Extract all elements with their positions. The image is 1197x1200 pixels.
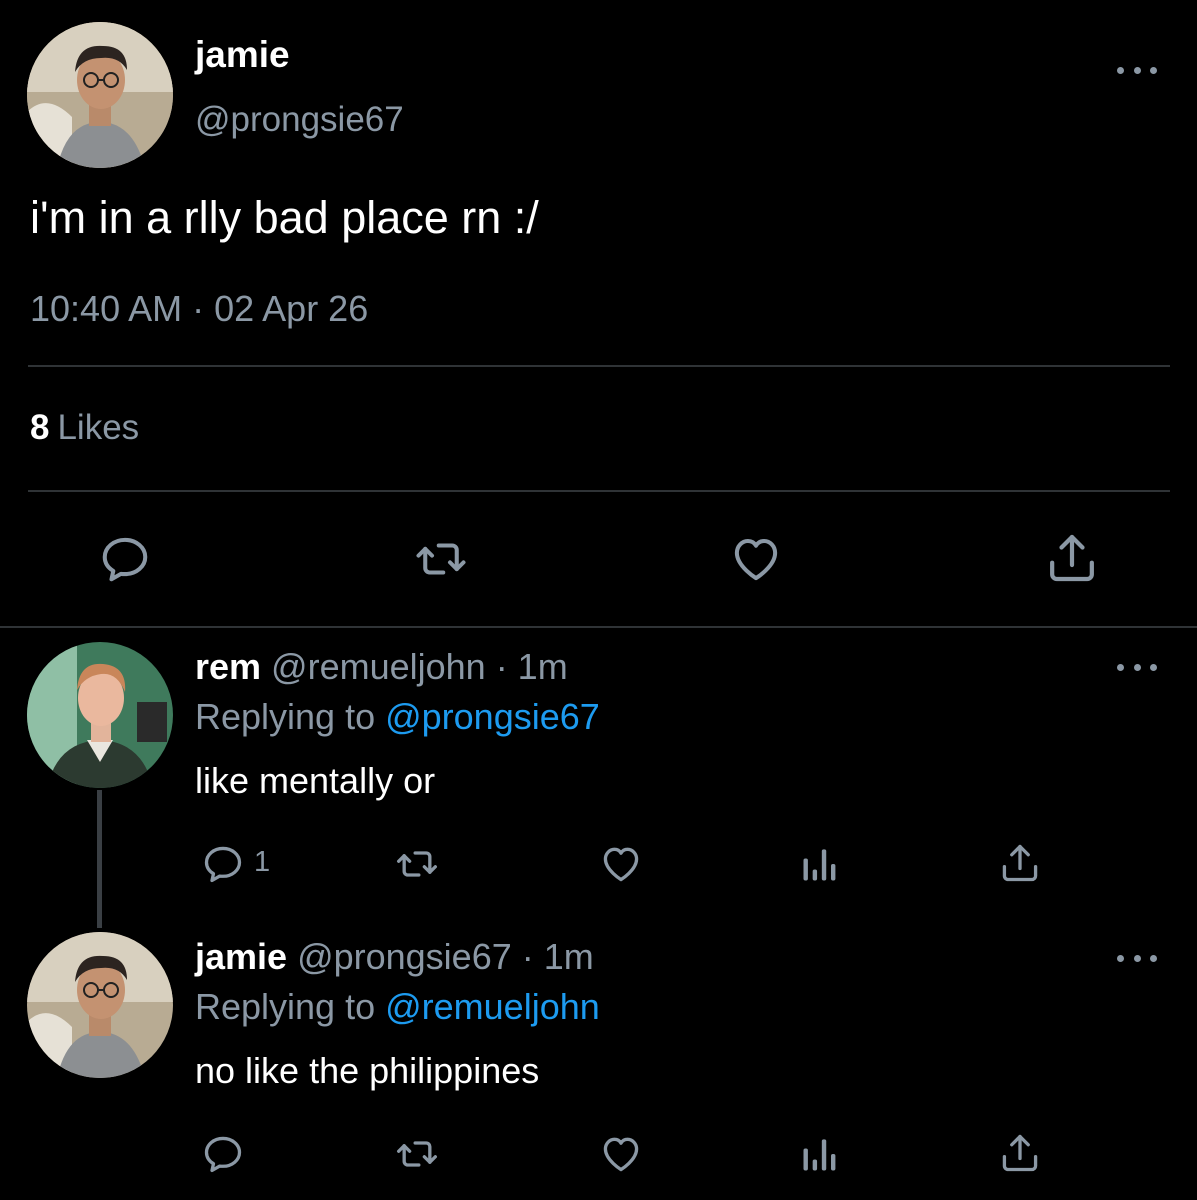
reply-icon[interactable] (96, 532, 154, 586)
retweet-icon[interactable] (410, 532, 472, 586)
tweet-text: i'm in a rlly bad place rn :/ (30, 192, 539, 243)
like-icon[interactable] (598, 842, 644, 886)
replying-to-label: Replying to (195, 986, 376, 1027)
retweet-icon[interactable] (392, 842, 442, 886)
reply-author-name[interactable]: rem (195, 646, 261, 687)
more-options-icon[interactable] (1117, 951, 1157, 965)
reply-author-name[interactable]: jamie (195, 936, 287, 977)
reply-icon[interactable] (200, 1132, 246, 1176)
divider (0, 626, 1197, 628)
avatar-rem[interactable] (27, 642, 173, 788)
author-handle[interactable]: @prongsie67 (195, 100, 404, 140)
thread-line (97, 790, 102, 928)
reply-text: like mentally or (195, 760, 436, 801)
tweet-timestamp: 10:40 AM · 02 Apr 26 (30, 288, 369, 329)
replying-to: Replying to @remueljohn (195, 986, 600, 1028)
reply-handle-time: @prongsie67 · 1m (297, 936, 594, 977)
retweet-icon[interactable] (392, 1132, 442, 1176)
replying-to-label: Replying to (195, 696, 376, 737)
reply-icon[interactable] (200, 842, 246, 886)
more-options-icon[interactable] (1117, 660, 1157, 674)
tweet-thread-page: jamie @prongsie67 i'm in a rlly bad plac… (0, 0, 1197, 1200)
likes-label: Likes (57, 408, 140, 447)
author-name[interactable]: jamie (195, 34, 290, 76)
avatar-jamie[interactable] (27, 22, 173, 168)
replying-to: Replying to @prongsie67 (195, 696, 600, 738)
more-options-icon[interactable] (1117, 63, 1157, 77)
like-icon[interactable] (598, 1132, 644, 1176)
avatar-jamie[interactable] (27, 932, 173, 1078)
analytics-icon[interactable] (798, 1132, 842, 1176)
reply-header: rem @remueljohn · 1m (195, 646, 568, 688)
analytics-icon[interactable] (798, 842, 842, 886)
likes-summary[interactable]: 8 Likes (30, 408, 139, 448)
reply-text: no like the philippines (195, 1050, 540, 1091)
share-icon[interactable] (998, 840, 1042, 886)
like-icon[interactable] (728, 532, 784, 586)
divider (28, 365, 1170, 367)
reply-handle-time: @remueljohn · 1m (271, 646, 568, 687)
share-icon[interactable] (1044, 530, 1100, 586)
replying-to-mention[interactable]: @prongsie67 (385, 696, 600, 737)
replying-to-mention[interactable]: @remueljohn (385, 986, 600, 1027)
reply-header: jamie @prongsie67 · 1m (195, 936, 594, 978)
likes-count: 8 (30, 408, 50, 447)
share-icon[interactable] (998, 1130, 1042, 1176)
reply-count: 1 (254, 846, 271, 878)
divider (28, 490, 1170, 492)
